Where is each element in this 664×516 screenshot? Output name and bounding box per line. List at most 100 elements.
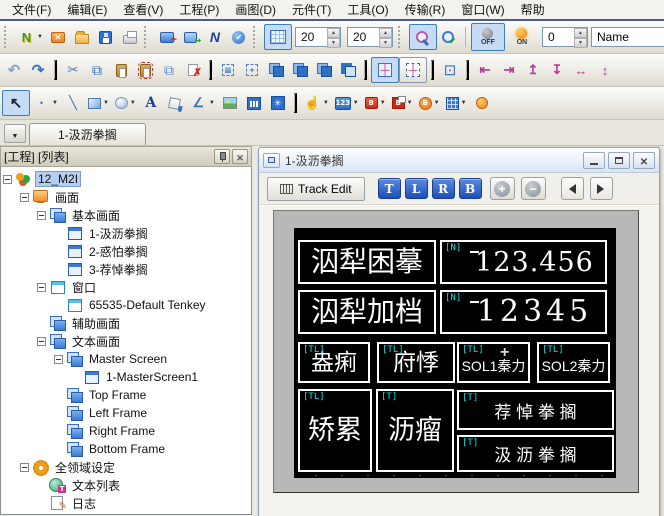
state-on-indicator[interactable]: ON — [505, 23, 539, 51]
grid-width-spinner[interactable]: 20 ▲ ▼ — [294, 27, 341, 48]
menu-item[interactable]: 传输(R) — [397, 0, 454, 19]
screen-object[interactable]: [N] 123.456 — [440, 240, 607, 284]
ungroup-button[interactable] — [288, 58, 312, 82]
group-button[interactable] — [264, 58, 288, 82]
pin-panel-button[interactable] — [214, 149, 230, 164]
screen-object[interactable]: 泅犁加档 — [298, 290, 436, 334]
expand-collapse-box[interactable] — [3, 174, 12, 184]
send-back-button[interactable] — [336, 58, 360, 82]
menu-item[interactable]: 画图(D) — [227, 0, 284, 19]
delete-button[interactable] — [181, 58, 205, 82]
track-side-button[interactable]: R — [431, 178, 455, 199]
new-project-button[interactable] — [15, 25, 46, 49]
ico-stack[interactable]: 文本画面 — [1, 332, 251, 350]
ico-stack[interactable]: Left Frame — [1, 404, 251, 422]
minimize-button[interactable] — [583, 151, 605, 169]
toolbar-grip[interactable] — [143, 26, 151, 48]
expand-collapse-box[interactable] — [20, 462, 29, 472]
copy-button[interactable] — [85, 58, 109, 82]
calc-button[interactable] — [443, 91, 470, 115]
align-bottom-button[interactable] — [545, 58, 569, 82]
screen-copy-button[interactable] — [179, 25, 203, 49]
transfer-button[interactable] — [46, 25, 70, 49]
grid-toggle-button[interactable] — [371, 57, 399, 83]
ico-screen[interactable]: 画面 — [1, 188, 251, 206]
state-off-button[interactable]: OFF — [470, 23, 505, 51]
track-side-button[interactable]: T — [377, 178, 401, 199]
hmi-screen-canvas[interactable]: 泅犁困摹 [N] 123.456 泅犁加档 [N] 12345 [TL] 盎痢 … — [294, 228, 616, 478]
state-number-spinner[interactable]: 0 ▲ ▼ — [541, 27, 588, 48]
alarm-button[interactable]: B — [416, 91, 443, 115]
align-right-button[interactable] — [497, 58, 521, 82]
ico-win[interactable]: 1-MasterScreen1 — [1, 368, 251, 386]
screen-tab[interactable]: 1-汲沥拳搁 — [29, 123, 146, 145]
menu-item[interactable]: 元件(T) — [284, 0, 339, 19]
save-button[interactable] — [94, 25, 118, 49]
spinner-arrows-icon[interactable]: ▲ ▼ — [573, 28, 587, 48]
menu-item[interactable]: 窗口(W) — [453, 0, 512, 19]
screen-object[interactable]: [TL] 盎痢 — [298, 342, 370, 383]
print-button[interactable] — [118, 25, 142, 49]
text-button[interactable] — [139, 91, 163, 115]
ico-winframe[interactable]: 窗口 — [1, 278, 251, 296]
align-center-v-button[interactable] — [593, 58, 617, 82]
undo-button[interactable] — [2, 58, 26, 82]
prev-screen-button[interactable] — [560, 177, 584, 200]
select-all-button[interactable] — [216, 58, 240, 82]
duplicate-button[interactable] — [157, 58, 181, 82]
ico-stack[interactable]: 基本画面 — [1, 206, 251, 224]
ico-gear[interactable]: 全领域设定 — [1, 458, 251, 476]
ico-win[interactable]: 3-荐悼拳搁 — [1, 260, 251, 278]
toolbar-grip[interactable] — [397, 26, 405, 48]
menu-item[interactable]: 查看(V) — [115, 0, 171, 19]
menu-item[interactable]: 文件(F) — [4, 0, 59, 19]
download-button[interactable] — [155, 25, 179, 49]
ico-win[interactable]: 1-汲沥拳搁 — [1, 224, 251, 242]
screen-object[interactable]: [TL] 府悸 — [377, 342, 455, 383]
pattern-button[interactable] — [266, 91, 290, 115]
menu-item[interactable]: 帮助 — [513, 0, 553, 19]
window-system-button[interactable] — [263, 152, 280, 168]
spinner-arrows-icon[interactable]: ▲ ▼ — [326, 28, 340, 48]
n-tag-button[interactable] — [203, 25, 227, 49]
window-part-button[interactable]: B — [389, 91, 416, 115]
ico-winframe[interactable]: 65535-Default Tenkey — [1, 296, 251, 314]
spinner-arrows-icon[interactable]: ▲ ▼ — [378, 28, 392, 48]
message-button[interactable]: B — [362, 91, 389, 115]
expand-collapse-box[interactable] — [37, 336, 46, 346]
grid-height-spinner[interactable]: 20 ▲ ▼ — [346, 27, 393, 48]
numeric-button[interactable]: 123 — [332, 91, 362, 115]
expand-collapse-box[interactable] — [37, 282, 46, 292]
ico-stack[interactable]: Top Frame — [1, 386, 251, 404]
track-side-button[interactable]: L — [404, 178, 428, 199]
bring-front-button[interactable] — [312, 58, 336, 82]
ico-log[interactable]: 日志 — [1, 494, 251, 512]
screen-object[interactable]: [T] 荐 悼 拳 搁 — [457, 390, 614, 430]
expand-collapse-box[interactable] — [20, 192, 29, 202]
toolbar-grip[interactable] — [252, 26, 260, 48]
polygon-button[interactable] — [187, 91, 218, 115]
verify-button[interactable] — [227, 25, 251, 49]
redo-button[interactable] — [26, 58, 50, 82]
panel-close-button[interactable] — [232, 149, 248, 164]
track-side-button[interactable]: B — [458, 178, 482, 199]
paste-special-button[interactable] — [133, 58, 157, 82]
lamp-button[interactable] — [470, 91, 494, 115]
paste-button[interactable] — [109, 58, 133, 82]
align-left-button[interactable] — [473, 58, 497, 82]
pointer-button[interactable] — [2, 90, 30, 116]
ico-project[interactable]: 12_M2I — [1, 170, 251, 188]
snap-toggle-button[interactable] — [399, 57, 427, 83]
toolbar-grip[interactable] — [4, 26, 11, 48]
touch-button[interactable] — [301, 91, 332, 115]
grid-settings-button[interactable] — [263, 24, 292, 50]
cut-button[interactable] — [61, 58, 85, 82]
maximize-button[interactable] — [608, 151, 630, 169]
screen-object[interactable]: [T] 沥瘤 — [376, 389, 454, 472]
ellipse-button[interactable] — [112, 91, 139, 115]
tab-list-dropdown-button[interactable] — [4, 124, 26, 143]
screen-object[interactable]: [TL] 矫累 — [298, 389, 372, 472]
image-button[interactable] — [218, 91, 242, 115]
expand-collapse-box[interactable] — [54, 354, 63, 364]
open-button[interactable] — [70, 25, 94, 49]
